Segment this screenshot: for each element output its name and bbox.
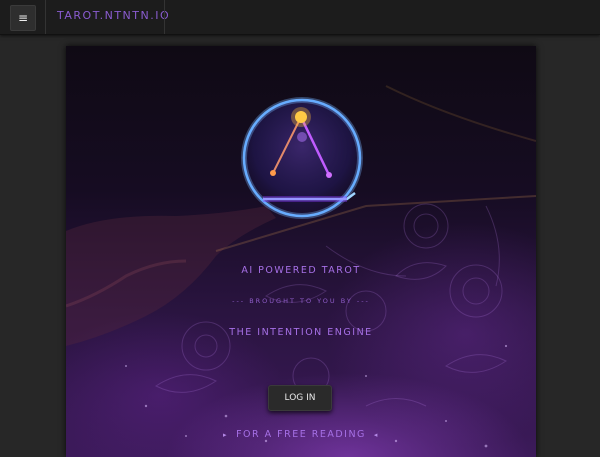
hero-title: AI POWERED TAROT: [241, 265, 361, 276]
brought-by-text: --- BROUGHT TO YOU BY ---: [232, 297, 370, 305]
arrow-left-icon: ◂: [373, 431, 379, 439]
menu-button[interactable]: ≡: [10, 5, 36, 31]
hero-card: AI POWERED TAROT --- BROUGHT TO YOU BY -…: [66, 46, 536, 457]
brand-link[interactable]: TAROT.NTNTN.IO: [57, 0, 170, 34]
divider: [164, 0, 165, 34]
divider: [45, 0, 46, 34]
engine-name: THE INTENTION ENGINE: [229, 327, 373, 338]
hamburger-icon: ≡: [17, 11, 29, 25]
free-reading-label: FOR A FREE READING: [236, 429, 366, 440]
login-button[interactable]: LOG IN: [268, 385, 332, 411]
top-bar: ≡ TAROT.NTNTN.IO: [0, 0, 600, 35]
arrow-right-icon: ▸: [223, 431, 229, 439]
free-reading-link[interactable]: ▸ FOR A FREE READING ◂: [66, 429, 536, 440]
triangle-orb-logo: [241, 97, 363, 219]
